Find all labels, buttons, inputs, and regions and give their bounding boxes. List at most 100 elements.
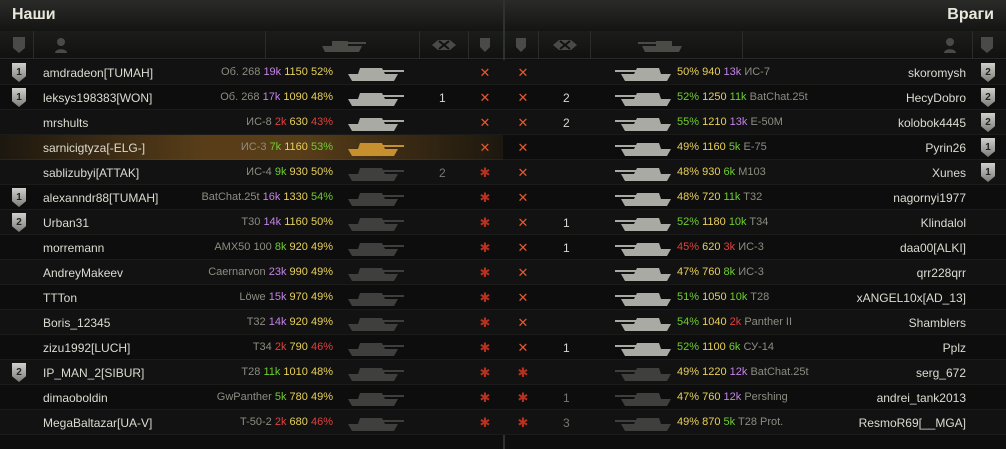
mastery-badge-label: 2 <box>981 113 995 132</box>
ally-player-row[interactable]: dimaoboldin GwPanther 5k 780 49% ✱ <box>0 385 503 410</box>
frags-column-icon[interactable] <box>545 33 585 57</box>
enemy-player-row[interactable]: ✕ 1 52% 1180 10k T34 Klindalol <box>505 210 1006 235</box>
player-name[interactable]: serg_672 <box>916 366 966 380</box>
ally-player-row[interactable]: 1 amdradeon[TUMAH] Об. 268 19k 1150 52% ✕ <box>0 60 503 85</box>
tank-icon <box>344 188 406 212</box>
ally-player-row[interactable]: zizu1992[LUCH] T34 2k 790 46% ✱ <box>0 335 503 360</box>
player-name[interactable]: daa00[ALKI] <box>900 241 966 255</box>
player-name[interactable]: kolobok4445 <box>898 116 966 130</box>
battles-count: 16k <box>262 191 281 203</box>
enemy-player-row[interactable]: ✕ 2 55% 1210 13k E-50M kolobok4445 2 <box>505 110 1006 135</box>
player-stats: T-50-2 2k 680 46% <box>240 416 333 428</box>
enemy-player-row[interactable]: ✕ 51% 1050 10k T28 xANGEL10x[AD_13] <box>505 285 1006 310</box>
battles-count: 5k <box>723 416 736 428</box>
player-name[interactable]: Xunes <box>932 166 966 180</box>
badge-column-icon[interactable] <box>980 33 994 57</box>
player-name[interactable]: IP_MAN_2[SIBUR] <box>43 366 144 380</box>
player-name[interactable]: nagornyi1977 <box>893 191 966 205</box>
enemy-player-row[interactable]: ✱ 1 47% 760 12k Pershing andrei_tank2013 <box>505 385 1006 410</box>
tank-column-icon[interactable] <box>636 33 686 57</box>
player-name[interactable]: Boris_12345 <box>43 316 110 330</box>
enemy-player-row[interactable]: ✕ 1 45% 620 3k ИС-3 daa00[ALKI] <box>505 235 1006 260</box>
player-name[interactable]: skoromysh <box>908 66 966 80</box>
tank-name: ИС-8 <box>246 116 272 128</box>
player-name[interactable]: qrr228qrr <box>917 266 966 280</box>
enemy-player-row[interactable]: ✕ 49% 1160 5k E-75 Pyrin26 1 <box>505 135 1006 160</box>
ally-player-row[interactable]: TTTon Löwe 15k 970 49% ✱ <box>0 285 503 310</box>
ally-player-row[interactable]: 1 alexanndr88[TUMAH] BatChat.25t 16k 1330 … <box>0 185 503 210</box>
tank-name: ИС-7 <box>744 66 770 78</box>
player-name[interactable]: xANGEL10x[AD_13] <box>857 291 966 305</box>
status-column-icon[interactable] <box>478 33 492 57</box>
table-row: 1 leksys198383[WON] Об. 268 17k 1090 48% 1 ✕… <box>0 85 1006 110</box>
ally-player-row[interactable]: Boris_12345 T32 14k 920 49% ✱ <box>0 310 503 335</box>
battles-count: 12k <box>723 391 742 403</box>
player-name[interactable]: Urban31 <box>43 216 89 230</box>
player-name[interactable]: mrshults <box>43 116 88 130</box>
player-column-icon[interactable] <box>942 33 958 57</box>
tank-name: ИС-3 <box>240 141 267 153</box>
player-name[interactable]: morremann <box>43 241 104 255</box>
player-stats: 52% 1180 10k T34 <box>677 216 768 228</box>
enemy-player-row[interactable]: ✱ 49% 1220 12k BatChat.25t serg_672 <box>505 360 1006 385</box>
player-name[interactable]: zizu1992[LUCH] <box>43 341 130 355</box>
player-name[interactable]: sarnicigtyza[-ELG-] <box>43 141 145 155</box>
ally-player-row[interactable]: sarnicigtyza[-ELG-] ИС-3 7k 1160 53% ✕ <box>0 135 503 160</box>
battles-count: 2k <box>729 316 742 328</box>
player-name[interactable]: AndreyMakeev <box>43 266 123 280</box>
mastery-badge-icon: 1 <box>12 188 26 207</box>
player-name[interactable]: andrei_tank2013 <box>877 391 966 405</box>
enemy-player-row[interactable]: ✱ 3 49% 870 5k T28 Prot. ResmoR69[__MGA] <box>505 410 1006 435</box>
mastery-badge-icon: 2 <box>12 363 26 382</box>
player-column-icon[interactable] <box>53 33 69 57</box>
player-name[interactable]: leksys198383[WON] <box>43 91 152 105</box>
enemy-player-row[interactable]: ✕ 48% 720 11k T32 nagornyi1977 <box>505 185 1006 210</box>
tank-column-icon[interactable] <box>318 33 368 57</box>
player-name[interactable]: ResmoR69[__MGA] <box>859 416 966 430</box>
tank-name: BatChat.25t <box>750 366 809 378</box>
tank-name: Pershing <box>744 391 788 403</box>
status-column-icon[interactable] <box>514 33 528 57</box>
frags-count: 3 <box>563 416 570 430</box>
enemy-player-row[interactable]: ✕ 1 52% 1100 6k СУ-14 Pplz <box>505 335 1006 360</box>
table-row: 1 alexanndr88[TUMAH] BatChat.25t 16k 1330 … <box>0 185 1006 210</box>
player-name[interactable]: HecyDobro <box>906 91 966 105</box>
ally-player-row[interactable]: 2 IP_MAN_2[SIBUR] T28 11k 1010 48% ✱ <box>0 360 503 385</box>
enemy-player-row[interactable]: ✕ 47% 760 8k ИС-3 qrr228qrr <box>505 260 1006 285</box>
ally-player-row[interactable]: MegaBaltazar[UA-V] T-50-2 2k 680 46% ✱ <box>0 410 503 435</box>
player-name[interactable]: MegaBaltazar[UA-V] <box>43 416 152 430</box>
player-name[interactable]: Pyrin26 <box>925 141 966 155</box>
badge-column-icon[interactable] <box>12 33 26 57</box>
enemy-player-row[interactable]: ✕ 50% 940 13k ИС-7 skoromysh 2 <box>505 60 1006 85</box>
ally-player-row[interactable]: morremann AMX50 100 8k 920 49% ✱ <box>0 235 503 260</box>
player-name[interactable]: amdradeon[TUMAH] <box>43 66 153 80</box>
ally-player-row[interactable]: mrshults ИС-8 2k 630 43% ✕ <box>0 110 503 135</box>
player-name[interactable]: TTTon <box>43 291 77 305</box>
player-stats: 47% 760 12k Pershing <box>677 391 788 403</box>
header-separator <box>538 31 539 59</box>
player-name[interactable]: dimaoboldin <box>43 391 108 405</box>
frags-column-icon[interactable] <box>424 33 464 57</box>
player-name[interactable]: Pplz <box>943 341 966 355</box>
destroyed-icon: ✕ <box>517 265 529 280</box>
ally-player-row[interactable]: sablizubyi[ATTAK] ИС-4 9k 930 50% 2 ✱ <box>0 160 503 185</box>
mastery-badge-icon: 1 <box>12 88 26 107</box>
tank-name: E-75 <box>743 141 767 153</box>
ally-player-row[interactable]: 1 leksys198383[WON] Об. 268 17k 1090 48% 1 ✕ <box>0 85 503 110</box>
player-name[interactable]: alexanndr88[TUMAH] <box>43 191 158 205</box>
player-name[interactable]: Shamblers <box>909 316 966 330</box>
ally-player-row[interactable]: 2 Urban31 T30 14k 1160 50% ✱ <box>0 210 503 235</box>
header-separator <box>265 31 266 59</box>
enemy-player-row[interactable]: ✕ 48% 930 6k M103 Xunes 1 <box>505 160 1006 185</box>
efficiency-rating: 920 <box>289 316 308 328</box>
enemy-player-row[interactable]: ✕ 2 52% 1250 11k BatChat.25t HecyDobro 2 <box>505 85 1006 110</box>
tank-icon <box>613 338 675 362</box>
mastery-badge-label: 2 <box>981 63 995 82</box>
ally-player-row[interactable]: AndreyMakeev Caernarvon 23k 990 49% ✱ <box>0 260 503 285</box>
player-stats: 51% 1050 10k T28 <box>677 291 769 303</box>
enemy-player-row[interactable]: ✕ 54% 1040 2k Panther II Shamblers <box>505 310 1006 335</box>
player-name[interactable]: Klindalol <box>921 216 966 230</box>
player-name[interactable]: sablizubyi[ATTAK] <box>43 166 139 180</box>
destroyed-icon: ✕ <box>479 65 491 80</box>
frags-count: 2 <box>563 116 570 130</box>
